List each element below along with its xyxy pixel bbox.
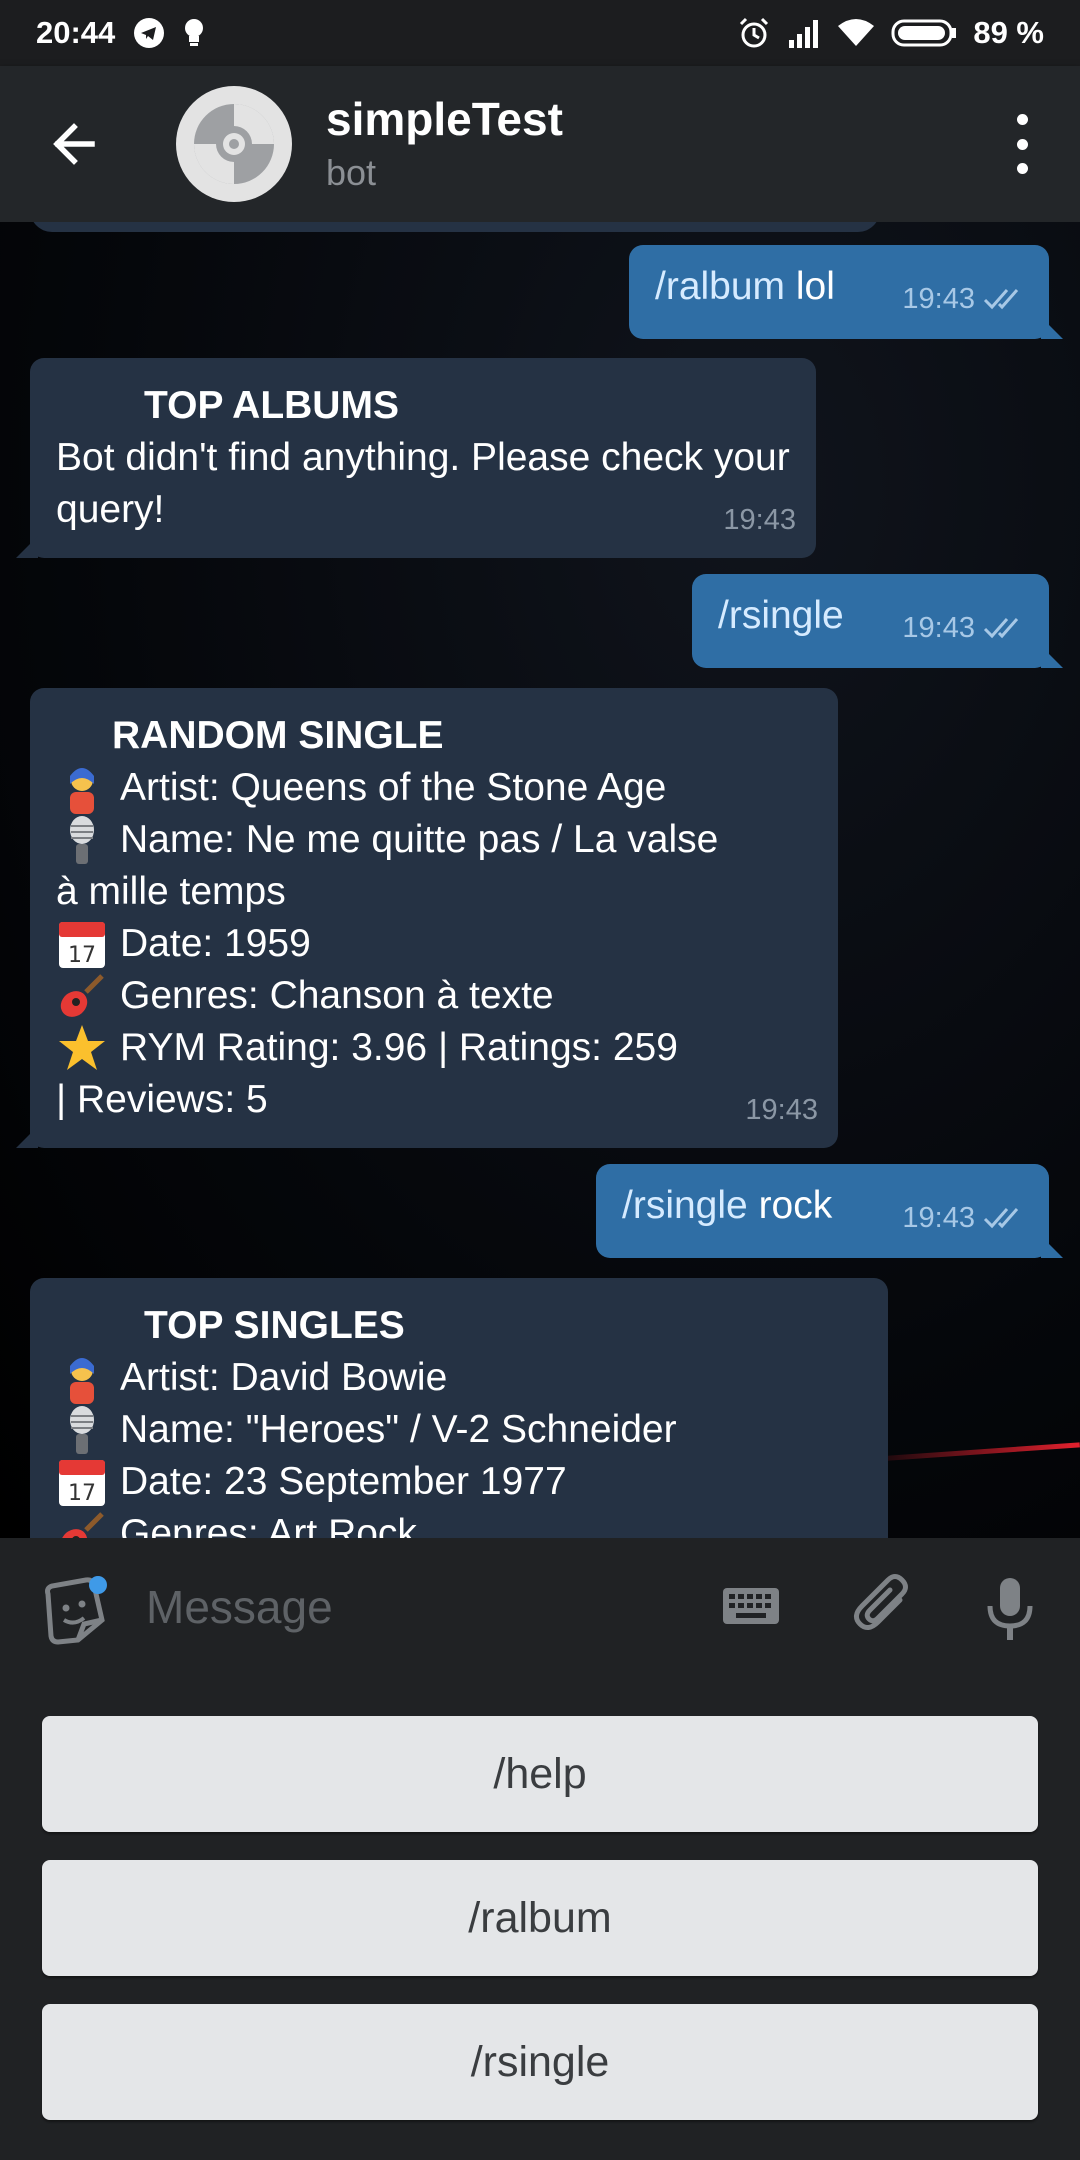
message-time: 19:43	[902, 273, 1027, 325]
message-text: lol	[785, 265, 835, 308]
keyboard-button-help[interactable]: /help	[42, 1716, 1038, 1832]
message-time: 19:43	[902, 602, 1027, 654]
message-text: rock	[747, 1184, 833, 1227]
keyboard-button-rsingle[interactable]: /rsingle	[42, 2004, 1038, 2120]
microphone-emoji-icon	[70, 816, 94, 864]
wifi-icon	[837, 18, 875, 48]
message-time: 19:43	[902, 1192, 1027, 1244]
message-input-bar	[0, 1538, 1080, 1674]
keyboard-icon	[723, 1588, 779, 1624]
voice-record-button[interactable]	[984, 1574, 1036, 1644]
battery-percent: 89 %	[973, 15, 1044, 50]
outgoing-message[interactable]: /rsingle rock 19:43	[596, 1164, 1049, 1258]
name-line: Name: Ne me quitte pas / La valse	[56, 814, 812, 866]
message-title: TOP ALBUMS	[144, 384, 399, 427]
svg-text:17: 17	[68, 943, 96, 968]
keyboard-button[interactable]	[722, 1584, 780, 1628]
star-emoji-icon	[59, 1025, 105, 1070]
keyboard-button-ralbum[interactable]: /ralbum	[42, 1860, 1038, 1976]
chat-header: simpleTest bot	[0, 66, 1080, 222]
status-time: 20:44	[36, 15, 116, 50]
bot-keyboard: /help /ralbum /rsingle	[0, 1674, 1080, 2160]
date-line: 17 Date: 23 September 1977	[56, 1456, 862, 1508]
background-streak	[860, 1442, 1080, 1463]
microphone-emoji-icon	[70, 1406, 94, 1454]
attach-button[interactable]	[848, 1570, 918, 1640]
arrow-left-icon	[53, 123, 95, 165]
incoming-message[interactable]: TOP ALBUMS Bot didn't find anything. Ple…	[30, 358, 816, 558]
double-check-icon	[983, 289, 1019, 310]
paperclip-icon	[854, 1574, 908, 1630]
command-link[interactable]: /rsingle	[622, 1184, 748, 1227]
sticker-icon	[45, 1576, 107, 1645]
vinyl-disc-icon	[194, 104, 274, 184]
chat-title[interactable]: simpleTest	[326, 92, 563, 146]
guitar-emoji-icon	[60, 974, 104, 1017]
rating-line: RYM Rating: 3.96 | Ratings: 259	[56, 1022, 812, 1074]
double-check-icon	[983, 618, 1019, 639]
artist-line: Artist: David Bowie	[56, 1352, 862, 1404]
reviews-line: | Reviews: 5	[56, 1078, 268, 1121]
incoming-message[interactable]: RANDOM SINGLE Artist: Queens of the Ston…	[30, 688, 838, 1148]
back-button[interactable]	[44, 114, 104, 174]
svg-text:17: 17	[68, 1481, 96, 1506]
incoming-message[interactable]: TOP SINGLES Artist: David Bowie Name: "H…	[30, 1278, 888, 1538]
outgoing-message[interactable]: /rsingle 19:43	[692, 574, 1049, 668]
telegram-notification-icon	[133, 17, 165, 49]
sticker-button[interactable]	[40, 1576, 110, 1646]
date-line: 17 Date: 1959	[56, 918, 812, 970]
artist-line: Artist: Queens of the Stone Age	[56, 762, 812, 814]
message-title: TOP SINGLES	[144, 1304, 405, 1347]
message-text: Bot didn't find anything. Please check y…	[56, 436, 790, 531]
message-title: RANDOM SINGLE	[112, 714, 444, 757]
avatar[interactable]	[176, 86, 292, 202]
command-link[interactable]: /ralbum	[655, 265, 785, 308]
alarm-icon	[737, 16, 771, 50]
singer-emoji-icon	[70, 768, 94, 814]
message-time: 19:43	[745, 1094, 818, 1126]
double-check-icon	[983, 1208, 1019, 1229]
outgoing-message[interactable]: /ralbum lol 19:43	[629, 245, 1049, 339]
microphone-icon	[987, 1578, 1033, 1640]
name-line-continued: à mille temps	[56, 870, 286, 913]
calendar-emoji-icon: 17	[59, 1460, 105, 1506]
more-vert-icon[interactable]	[1012, 114, 1032, 174]
calendar-emoji-icon: 17	[59, 922, 105, 968]
lightbulb-icon	[183, 17, 205, 49]
status-bar: 20:44 89 %	[0, 0, 1080, 66]
message-input[interactable]	[144, 1568, 688, 1646]
name-line: Name: "Heroes" / V-2 Schneider	[56, 1404, 862, 1456]
command-link[interactable]: /rsingle	[718, 594, 844, 637]
signal-icon	[787, 18, 821, 48]
previous-message-edge	[30, 222, 880, 232]
battery-icon	[891, 18, 957, 48]
chat-subtitle: bot	[326, 152, 377, 193]
guitar-emoji-icon	[60, 1512, 104, 1538]
genres-line: Genres: Chanson à texte	[56, 970, 812, 1022]
message-time: 19:43	[723, 504, 796, 536]
singer-emoji-icon	[70, 1358, 94, 1404]
chat-area[interactable]: /ralbum lol 19:43 TOP ALBUMS Bot didn't …	[0, 222, 1080, 1538]
genres-line: Genres: Art Rock	[56, 1508, 862, 1538]
